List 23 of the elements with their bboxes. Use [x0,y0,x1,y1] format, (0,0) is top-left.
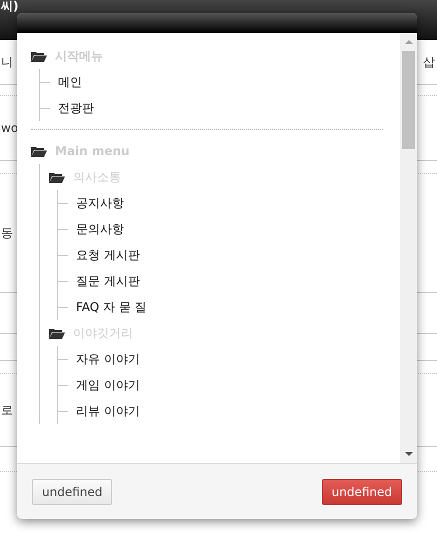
page-text: 동 [1,224,13,242]
menu-item[interactable]: 질문 게시판 [76,272,140,290]
cancel-button[interactable]: undefined [32,478,112,504]
menu-item[interactable]: 자유 이야기 [76,350,140,368]
page-text: wo [1,121,18,135]
confirm-button[interactable]: undefined [322,478,402,504]
menu-item[interactable]: 요청 게시판 [76,246,140,264]
folder-icon [31,50,47,62]
page-text: 로 [1,402,13,418]
menu-item[interactable]: 리뷰 이야기 [76,402,140,420]
menu-item[interactable]: 게임 이야기 [76,376,140,394]
scrollbar[interactable] [400,33,417,463]
page-text: 니 [1,54,13,70]
page-title: 씨) [1,0,18,13]
menu-item[interactable]: 메인 [58,74,82,90]
menu-item[interactable]: 전광판 [58,100,94,116]
folder-icon [31,146,47,156]
folder-icon [49,328,65,338]
page-text: 삽 [423,54,435,70]
menu-item[interactable]: 공지사항 [76,194,124,212]
menu-item[interactable]: FAQ 자 묻 질 [76,298,147,316]
folder-icon [49,172,65,182]
menu-item[interactable]: 문의사항 [76,220,124,238]
